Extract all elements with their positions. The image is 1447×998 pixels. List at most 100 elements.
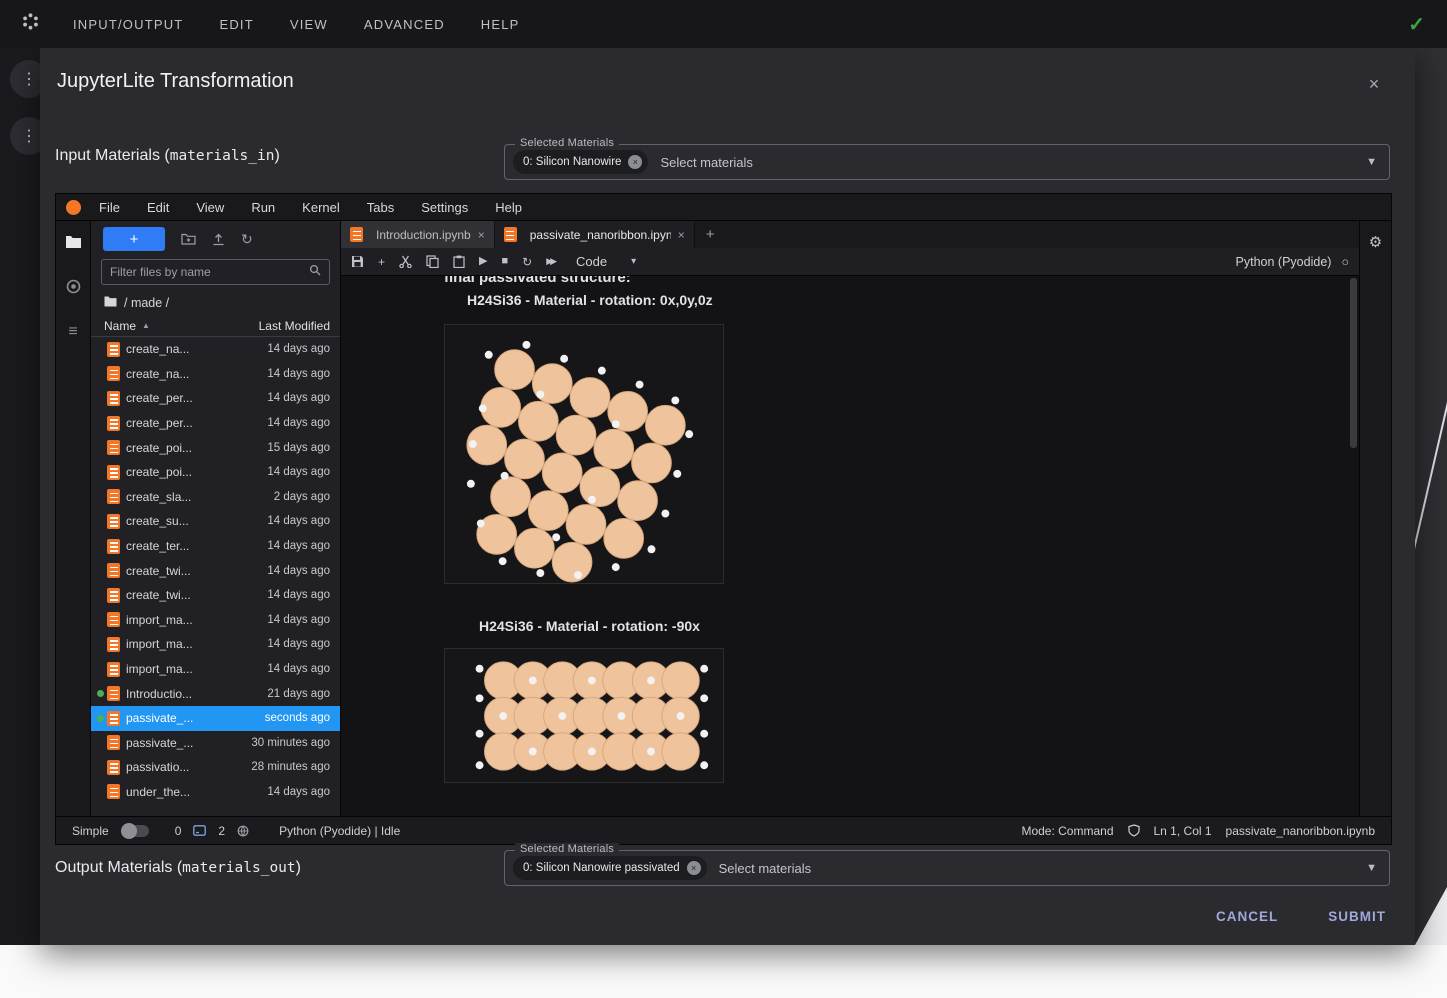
jupyter-menu[interactable]: Help (495, 200, 522, 215)
input-materials-select[interactable]: Selected Materials 0: Silicon Nanowire ×… (504, 144, 1390, 180)
jupyter-menu[interactable]: Run (251, 200, 275, 215)
copy-cells-icon[interactable] (426, 255, 439, 268)
app-bottom-area (0, 945, 1447, 998)
app-logo-icon[interactable] (22, 13, 39, 35)
file-row[interactable]: passivate_... 30 minutes ago (91, 731, 340, 756)
file-row[interactable]: create_ter... 14 days ago (91, 534, 340, 559)
notebook-scrollbar[interactable] (1350, 278, 1357, 448)
file-modified: 14 days ago (267, 786, 330, 798)
restart-kernel-icon[interactable]: ↻ (522, 256, 532, 268)
running-sessions-icon[interactable] (66, 279, 81, 298)
file-row[interactable]: create_na... 14 days ago (91, 337, 340, 362)
file-row[interactable]: Introductio... 21 days ago (91, 681, 340, 706)
output-text-clipped: final passivated structure: (444, 276, 631, 286)
file-row[interactable]: import_ma... 14 days ago (91, 632, 340, 657)
kernel-indicator[interactable]: Python (Pyodide) ○ (1236, 255, 1349, 269)
column-name[interactable]: Name (104, 319, 136, 333)
output-materials-label: Output Materials (materials_out) (55, 859, 301, 877)
file-row[interactable]: create_poi... 14 days ago (91, 460, 340, 485)
interrupt-kernel-icon[interactable]: ■ (501, 256, 508, 267)
output-materials-select[interactable]: Selected Materials 0: Silicon Nanowire p… (504, 850, 1390, 886)
jupyter-menu[interactable]: Tabs (367, 200, 394, 215)
table-of-contents-icon[interactable]: ≡ (68, 324, 77, 340)
file-modified: 30 minutes ago (251, 737, 330, 749)
run-cell-icon[interactable]: ▶ (479, 256, 487, 267)
restart-run-all-icon[interactable]: ▶▶ (546, 257, 554, 266)
cut-cells-icon[interactable] (399, 255, 412, 268)
chevron-down-icon: ▾ (631, 256, 636, 267)
file-row[interactable]: create_su... 14 days ago (91, 509, 340, 534)
material-chip[interactable]: 0: Silicon Nanowire × (513, 150, 648, 174)
refresh-file-list-icon[interactable]: ↻ (241, 232, 253, 246)
file-row[interactable]: import_ma... 14 days ago (91, 657, 340, 682)
new-launcher-button[interactable]: + (103, 227, 165, 251)
topbar-menu[interactable]: HELP (481, 17, 520, 32)
file-row[interactable]: create_per... 14 days ago (91, 411, 340, 436)
file-row[interactable]: create_poi... 15 days ago (91, 435, 340, 460)
select-caret-icon: ▼ (1366, 862, 1377, 874)
dialog-close-icon[interactable]: × (1362, 74, 1386, 95)
notebook-file-icon (107, 735, 120, 750)
save-icon[interactable] (351, 255, 364, 268)
topbar-menu[interactable]: INPUT/OUTPUT (73, 17, 183, 32)
kernel-status-text[interactable]: Python (Pyodide) | Idle (279, 824, 400, 838)
figure-2 (444, 648, 724, 783)
tab-active[interactable]: passivate_nanoribbon.ipynb × (495, 221, 695, 248)
jupyter-menu[interactable]: Edit (147, 200, 169, 215)
paste-cells-icon[interactable] (453, 255, 465, 268)
file-row[interactable]: create_na... 14 days ago (91, 362, 340, 387)
jupyter-menu[interactable]: File (99, 200, 120, 215)
tab-close-icon[interactable]: × (678, 228, 685, 242)
command-mode-label: Mode: Command (1021, 824, 1113, 838)
chip-remove-icon[interactable]: × (628, 155, 642, 169)
file-row[interactable]: under_the... 14 days ago (91, 780, 340, 805)
file-list-header[interactable]: Name ▲ Last Modified (91, 315, 340, 337)
file-row[interactable]: create_twi... 14 days ago (91, 558, 340, 583)
active-file-name[interactable]: passivate_nanoribbon.ipynb (1226, 824, 1375, 838)
cancel-button[interactable]: CANCEL (1212, 903, 1282, 930)
file-row[interactable]: passivatio... 28 minutes ago (91, 755, 340, 780)
filter-files-input[interactable] (110, 265, 309, 279)
file-row[interactable]: passivate_... seconds ago (91, 706, 340, 731)
kernel-sessions-icon (237, 825, 249, 837)
confirm-check-icon[interactable]: ✓ (1408, 12, 1425, 37)
cursor-position[interactable]: Ln 1, Col 1 (1154, 824, 1212, 838)
file-browser-icon[interactable] (65, 235, 82, 253)
file-modified: 28 minutes ago (251, 761, 330, 773)
new-folder-icon[interactable] (181, 233, 196, 245)
jupyter-menu[interactable]: Kernel (302, 200, 340, 215)
submit-button[interactable]: SUBMIT (1324, 903, 1390, 930)
terminal-icon (193, 825, 206, 836)
breadcrumb[interactable]: / made / (91, 291, 340, 315)
file-name: import_ma... (126, 662, 267, 676)
notebook-file-icon (107, 686, 120, 701)
topbar-menu[interactable]: EDIT (219, 17, 253, 32)
jupyter-menu[interactable]: View (196, 200, 224, 215)
chip-remove-icon[interactable]: × (687, 861, 701, 875)
topbar-menu[interactable]: ADVANCED (364, 17, 445, 32)
file-modified: 14 days ago (267, 368, 330, 380)
file-modified: 14 days ago (267, 663, 330, 675)
column-last-modified[interactable]: Last Modified (259, 319, 330, 333)
jupyterlite-logo-icon (66, 200, 81, 215)
material-chip[interactable]: 0: Silicon Nanowire passivated × (513, 856, 707, 880)
status-bar: Simple 0 2 Python (Pyodide) | Idle Mode:… (56, 816, 1391, 844)
file-row[interactable]: import_ma... 14 days ago (91, 608, 340, 633)
file-row[interactable]: create_per... 14 days ago (91, 386, 340, 411)
jupyter-menu-bar: File Edit View Run Kernel Tabs Settings Help (56, 194, 1391, 221)
file-row[interactable]: create_sla... 2 days ago (91, 485, 340, 510)
topbar-menu[interactable]: VIEW (290, 17, 328, 32)
add-tab-button[interactable]: + (695, 221, 726, 248)
tab[interactable]: Introduction.ipynb × (341, 221, 495, 248)
dot-placeholder (97, 518, 104, 525)
gear-icon[interactable]: ⚙ (1369, 233, 1382, 251)
insert-cell-icon[interactable]: + (378, 256, 385, 268)
tab-close-icon[interactable]: × (478, 228, 485, 242)
simple-mode-toggle[interactable] (123, 825, 149, 837)
jupyter-menu[interactable]: Settings (421, 200, 468, 215)
file-row[interactable]: create_twi... 14 days ago (91, 583, 340, 608)
dot-placeholder (97, 567, 104, 574)
cell-type-dropdown[interactable]: Code ▾ (576, 254, 636, 269)
file-name: create_twi... (126, 564, 267, 578)
upload-icon[interactable] (212, 233, 225, 246)
